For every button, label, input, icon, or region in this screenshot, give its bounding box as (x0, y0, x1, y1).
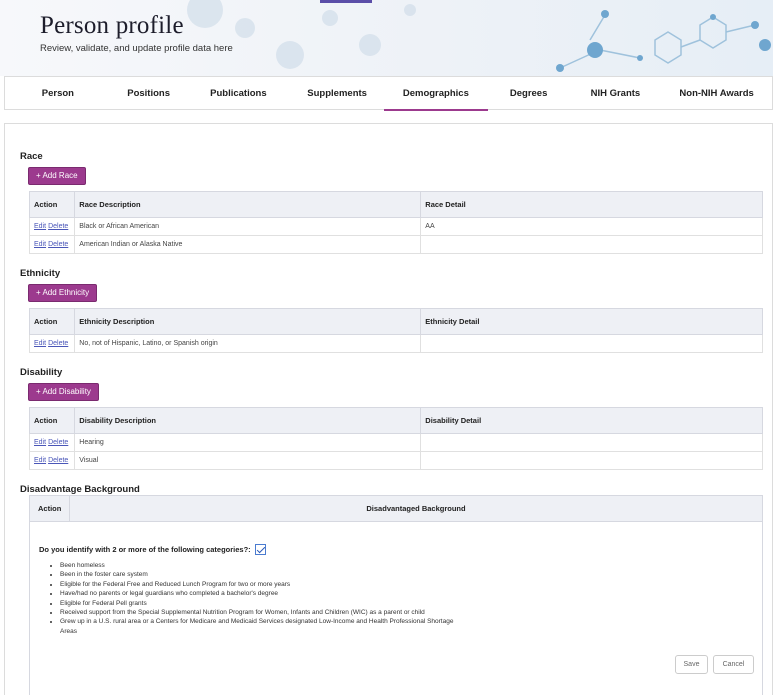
table-row: Edit Delete Hearing (28, 433, 763, 452)
disability-description-cell: Hearing (74, 433, 422, 452)
table-row: Edit Delete Black or African American AA (28, 217, 763, 236)
delete-link[interactable]: Delete (48, 340, 68, 347)
list-item: Eligible for the Federal Free and Reduce… (60, 580, 468, 589)
page-subtitle: Review, validate, and update profile dat… (40, 43, 233, 54)
profile-tabs: Person Positions Publications Supplement… (4, 76, 773, 111)
column-header: Disability Description (74, 407, 422, 434)
add-race-button[interactable]: + Add Race (28, 167, 86, 185)
tab-non-nih-awards[interactable]: Non-NIH Awards (661, 77, 772, 110)
race-detail-cell (420, 235, 763, 254)
category-list: Been homeless Been in the foster care sy… (48, 561, 468, 636)
column-header: Action (28, 308, 76, 335)
delete-link[interactable]: Delete (48, 457, 68, 464)
edit-link[interactable]: Edit (34, 439, 46, 446)
column-header: Race Description (74, 191, 422, 218)
page-title: Person profile (40, 12, 184, 39)
add-ethnicity-button[interactable]: + Add Ethnicity (28, 284, 98, 302)
table-row: Edit Delete Visual (28, 451, 763, 470)
disability-table: Action Disability Description Disability… (28, 407, 763, 470)
list-item: Grew up in a U.S. rural area or a Center… (60, 617, 468, 636)
column-header: Action (28, 407, 76, 434)
row-actions: Edit Delete (28, 217, 76, 236)
table-row: Edit Delete No, not of Hispanic, Latino, … (28, 334, 763, 353)
column-header: Disadvantaged Background (366, 504, 466, 513)
edit-link[interactable]: Edit (34, 457, 46, 464)
question-label: Do you identify with 2 or more of the fo… (39, 545, 251, 554)
list-item: Have/had no parents or legal guardians w… (60, 589, 468, 598)
edit-link[interactable]: Edit (34, 241, 46, 248)
row-actions: Edit Delete (28, 235, 76, 254)
disadvantage-box: Action Disadvantaged Background Do you i… (29, 495, 763, 695)
column-header: Action (28, 191, 76, 218)
tab-demographics[interactable]: Demographics (384, 77, 488, 111)
delete-link[interactable]: Delete (48, 439, 68, 446)
table-header-row: Action Ethnicity Description Ethnicity D… (28, 308, 763, 335)
table-header-row: Action Race Description Race Detail (28, 191, 763, 218)
ethnicity-section-title: Ethnicity (20, 268, 61, 279)
edit-link[interactable]: Edit (34, 340, 46, 347)
delete-link[interactable]: Delete (48, 223, 68, 230)
list-item: Been homeless (60, 561, 468, 570)
disadvantage-question: Do you identify with 2 or more of the fo… (39, 544, 266, 555)
column-header: Ethnicity Detail (420, 308, 763, 335)
race-detail-cell: AA (420, 217, 763, 236)
column-header: Disability Detail (420, 407, 763, 434)
row-actions: Edit Delete (28, 451, 76, 470)
tab-degrees[interactable]: Degrees (488, 77, 570, 110)
list-item: Eligible for Federal Pell grants (60, 599, 468, 608)
table-header-row: Action Disadvantaged Background (30, 496, 762, 522)
add-disability-button[interactable]: + Add Disability (28, 383, 99, 401)
disability-section-title: Disability (20, 367, 63, 378)
table-header-row: Action Disability Description Disability… (28, 407, 763, 434)
disability-detail-cell (420, 433, 763, 452)
page-header: Person profile Review, validate, and upd… (0, 0, 773, 76)
ethnicity-table: Action Ethnicity Description Ethnicity D… (28, 308, 763, 353)
race-section-title: Race (20, 151, 43, 162)
column-header: Race Detail (420, 191, 763, 218)
cancel-button[interactable]: Cancel (713, 655, 754, 674)
save-button[interactable]: Save (675, 655, 708, 674)
disadvantage-section-title: Disadvantage Background (20, 484, 140, 495)
race-table: Action Race Description Race Detail Edit… (28, 191, 763, 254)
disadvantage-checkbox[interactable] (254, 544, 266, 555)
tab-positions[interactable]: Positions (111, 77, 187, 110)
tab-nih-grants[interactable]: NIH Grants (570, 77, 662, 110)
disability-description-cell: Visual (74, 451, 422, 470)
tab-supplements[interactable]: Supplements (290, 77, 384, 110)
ethnicity-detail-cell (420, 334, 763, 353)
row-actions: Edit Delete (28, 433, 76, 452)
race-description-cell: American Indian or Alaska Native (74, 235, 422, 254)
header-accent-line (320, 0, 372, 3)
tab-publications[interactable]: Publications (187, 77, 291, 110)
edit-link[interactable]: Edit (34, 223, 46, 230)
row-actions: Edit Delete (28, 334, 76, 353)
ethnicity-description-cell: No, not of Hispanic, Latino, or Spanish … (74, 334, 422, 353)
delete-link[interactable]: Delete (48, 241, 68, 248)
disability-detail-cell (420, 451, 763, 470)
race-description-cell: Black or African American (74, 217, 422, 236)
table-row: Edit Delete American Indian or Alaska Nat… (28, 235, 763, 254)
column-header: Action (30, 496, 70, 521)
column-header: Ethnicity Description (74, 308, 422, 335)
list-item: Been in the foster care system (60, 570, 468, 579)
tab-person[interactable]: Person (5, 77, 111, 110)
list-item: Received support from the Special Supple… (60, 608, 468, 617)
